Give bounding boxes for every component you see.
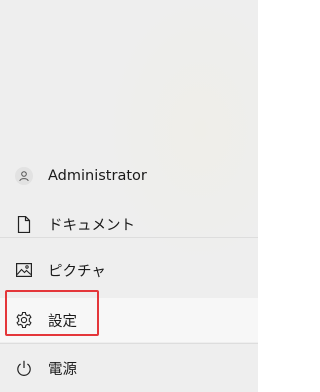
gear-icon	[13, 309, 35, 331]
pictures-item[interactable]: ピクチャ	[0, 248, 258, 292]
user-avatar-icon	[13, 165, 35, 187]
user-account-label: Administrator	[48, 168, 147, 184]
user-account-item[interactable]: Administrator	[0, 154, 258, 198]
document-icon	[13, 213, 35, 235]
pictures-label: ピクチャ	[48, 263, 106, 280]
start-menu-left-pane: Administrator ドキュメント ピクチャ 設定 電源	[0, 0, 258, 392]
power-icon	[13, 357, 35, 379]
documents-label: ドキュメント	[48, 217, 135, 234]
settings-item[interactable]: 設定	[0, 298, 258, 342]
documents-item[interactable]: ドキュメント	[0, 202, 258, 246]
power-label: 電源	[48, 361, 77, 378]
settings-label: 設定	[48, 313, 77, 330]
picture-icon	[13, 259, 35, 281]
menu-divider	[0, 343, 258, 344]
power-item[interactable]: 電源	[0, 346, 258, 390]
